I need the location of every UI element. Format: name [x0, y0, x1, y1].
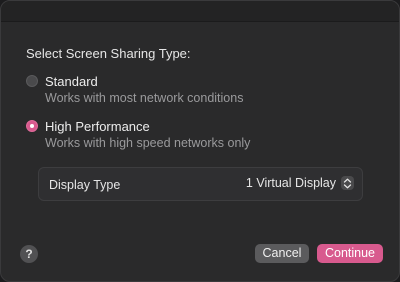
display-type-row: Display Type 1 Virtual Display [38, 167, 363, 201]
option-standard-description: Works with most network conditions [45, 91, 244, 105]
display-type-value: 1 Virtual Display [245, 176, 336, 190]
sheet-top-bar [1, 1, 399, 22]
option-standard-label: Standard [45, 74, 98, 89]
display-type-label: Display Type [49, 178, 121, 192]
continue-button[interactable]: Continue [317, 244, 383, 263]
radio-standard[interactable] [26, 75, 38, 87]
screen-sharing-dialog: Select Screen Sharing Type: Standard Wor… [0, 0, 400, 282]
up-down-chevron-icon [341, 176, 354, 190]
option-high-performance-description: Works with high speed networks only [45, 136, 251, 150]
display-type-select[interactable]: 1 Virtual Display [246, 176, 354, 190]
cancel-button[interactable]: Cancel [255, 244, 309, 263]
radio-high-performance[interactable] [26, 120, 38, 132]
option-high-performance-label: High Performance [45, 119, 150, 134]
help-icon[interactable]: ? [20, 245, 38, 263]
dialog-heading: Select Screen Sharing Type: [26, 46, 191, 61]
